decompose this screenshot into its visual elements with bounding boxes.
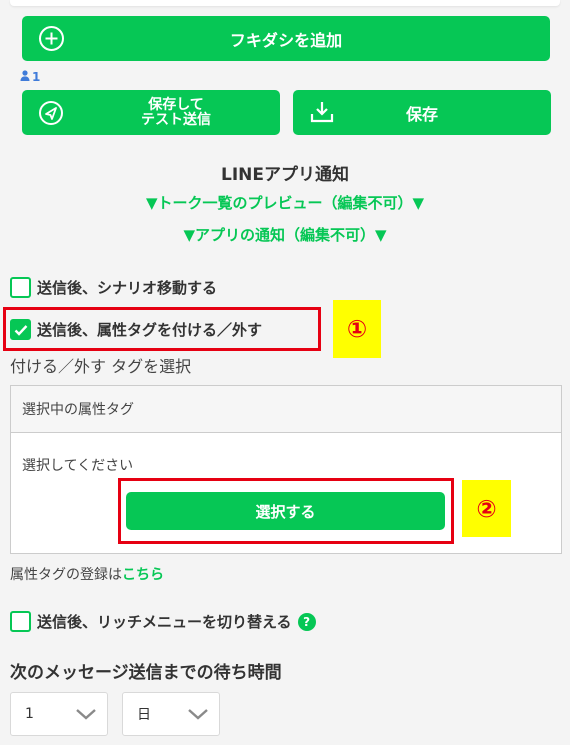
highlight-box-1: [3, 307, 321, 351]
line-app-notice-title: LINEアプリ通知: [221, 165, 349, 185]
help-icon[interactable]: ?: [297, 612, 316, 631]
highlight-box-2: [118, 478, 454, 544]
wait-unit-value: 日: [137, 707, 151, 723]
tag-register-line: 属性タグの登録はこちら: [10, 564, 164, 584]
talk-preview-toggle[interactable]: ▼トーク一覧のプレビュー（編集不可）▼: [0, 192, 570, 213]
send-icon: [38, 100, 64, 130]
scenario-move-label: 送信後、シナリオ移動する: [37, 279, 218, 297]
tag-placeholder: 選択してください: [22, 458, 134, 474]
scenario-move-checkbox[interactable]: [10, 277, 31, 298]
rich-menu-checkbox[interactable]: [10, 611, 31, 632]
chevron-down-icon: [187, 707, 209, 725]
annotation-marker-1: ①: [333, 300, 381, 358]
user-count-value: 1: [32, 70, 41, 84]
tag-select-label: 付ける／外す タグを選択: [10, 357, 192, 376]
attr-tag-panel-header: 選択中の属性タグ: [11, 386, 561, 433]
scenario-move-option[interactable]: 送信後、シナリオ移動する: [10, 277, 217, 298]
user-icon: [20, 70, 30, 84]
save-and-test-button[interactable]: 保存して テスト送信: [22, 90, 280, 135]
user-count: 1: [20, 70, 40, 84]
wait-amount-value: 1: [25, 706, 34, 722]
rich-menu-option[interactable]: 送信後、リッチメニューを切り替える ?: [10, 611, 316, 632]
tag-register-link[interactable]: こちら: [122, 567, 164, 583]
wait-time-title: 次のメッセージ送信までの待ち時間: [10, 663, 282, 683]
rich-menu-label: 送信後、リッチメニューを切り替える: [37, 613, 292, 631]
app-notice-toggle[interactable]: ▼アプリの通知（編集不可）▼: [0, 224, 570, 245]
chevron-down-icon: [75, 707, 97, 725]
tag-register-prefix: 属性タグの登録は: [10, 567, 122, 583]
add-bubble-button[interactable]: フキダシを追加: [22, 16, 550, 61]
add-bubble-label: フキダシを追加: [229, 30, 343, 50]
save-and-test-label: 保存して テスト送信: [141, 96, 211, 128]
top-card-edge: [10, 0, 560, 6]
wait-amount-select[interactable]: 1: [10, 692, 108, 736]
annotation-marker-2: ②: [462, 480, 511, 537]
wait-unit-select[interactable]: 日: [122, 692, 220, 736]
save-button[interactable]: 保存: [293, 90, 551, 135]
save-label: 保存: [405, 104, 438, 124]
